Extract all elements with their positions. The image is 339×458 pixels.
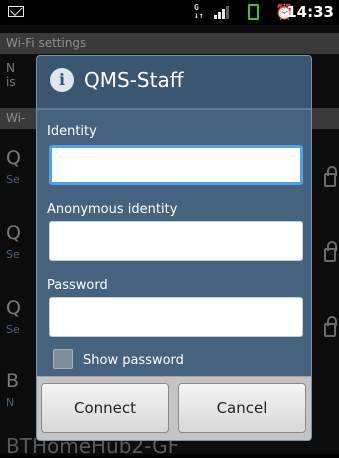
mail-notification-icon [8,6,24,17]
battery-icon [248,4,259,20]
password-label: Password [47,278,108,293]
signal-strength-icon [214,6,229,19]
lock-icon [324,241,337,262]
connect-button[interactable]: Connect [41,383,169,433]
anonymous-identity-label: Anonymous identity [47,202,178,217]
clock: 14:33 [286,3,334,21]
lock-icon [324,166,337,187]
status-bar: G ↓↑ ⏰ 14:33 [0,0,339,25]
cancel-button[interactable]: Cancel [178,383,306,433]
dialog-button-bar: Connect Cancel [37,376,311,440]
anonymous-identity-field[interactable] [49,221,303,261]
identity-label: Identity [47,124,97,139]
dialog-title: QMS-Staff [84,68,184,92]
section-header-wifi-settings: Wi-Fi settings [0,33,339,54]
password-field[interactable] [49,297,303,337]
data-connection-icon: G ↓↑ [194,3,204,20]
identity-field[interactable] [49,145,303,185]
show-password-label: Show password [83,353,184,368]
info-icon: i [50,68,74,92]
show-password-checkbox[interactable] [53,349,73,369]
lock-icon [324,316,337,337]
dialog-titlebar: i QMS-Staff [37,56,311,110]
wifi-connect-dialog: i QMS-Staff Identity Anonymous identity … [36,55,312,441]
